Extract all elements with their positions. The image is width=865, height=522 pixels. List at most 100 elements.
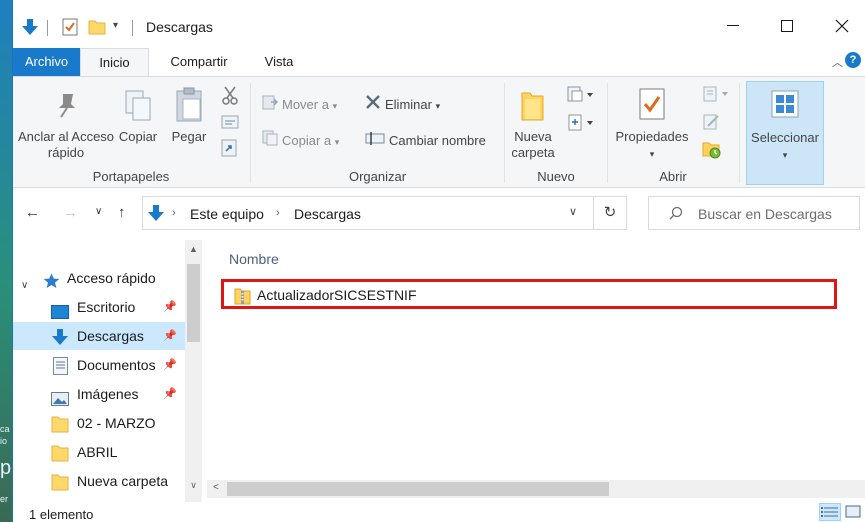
address-dropdown-icon[interactable]: ∨	[569, 205, 577, 218]
forward-arrow-icon[interactable]: →	[63, 204, 78, 221]
propiedades-label: Propiedades	[615, 129, 689, 144]
large-icons-view-icon[interactable]	[843, 503, 865, 521]
separator	[607, 83, 608, 183]
nav-item-imagenes[interactable]: Imágenes 📌	[13, 380, 185, 408]
propiedades-button[interactable]: Propiedades ▾	[611, 129, 693, 162]
paste-shortcut-icon[interactable]	[221, 139, 237, 160]
nav-item-descargas[interactable]: Descargas 📌	[13, 322, 185, 350]
separator	[47, 20, 48, 36]
mover-a-label: Mover a	[282, 97, 329, 112]
chevron-down-icon: ▾	[332, 101, 338, 111]
tab-compartir[interactable]: Compartir	[155, 48, 243, 76]
scrollbar-thumb[interactable]	[227, 482, 609, 496]
edit-icon[interactable]	[702, 113, 720, 134]
recent-locations-icon[interactable]: ∨	[95, 206, 102, 217]
copiar-button[interactable]: Copiar	[115, 129, 161, 145]
nav-item-02-marzo[interactable]: 02 - MARZO	[13, 409, 185, 437]
nav-item-label: Descargas	[77, 328, 144, 344]
folder-icon	[51, 472, 69, 500]
scrollbar-thumb[interactable]	[187, 264, 200, 342]
back-arrow-icon[interactable]: ←	[25, 204, 40, 221]
file-row[interactable]: ActualizadorSICSESTNIF	[221, 279, 837, 309]
history-icon[interactable]	[702, 139, 722, 162]
mover-a-button[interactable]: Mover a ▾	[262, 94, 337, 116]
nav-pane-scrollbar[interactable]: ▲ ∨	[185, 240, 202, 502]
anclar-acceso-rapido-button[interactable]: Anclar al Acceso rápido	[17, 129, 115, 161]
breadcrumb-este-equipo[interactable]: Este equipo	[190, 206, 264, 222]
collapse-ribbon-icon[interactable]: ︿	[832, 54, 843, 70]
tab-vista[interactable]: Vista	[249, 48, 309, 76]
search-placeholder: Buscar en Descargas	[698, 206, 832, 222]
download-location-icon	[147, 204, 165, 225]
nav-item-nueva-carpeta[interactable]: Nueva carpeta	[13, 467, 185, 495]
separator	[132, 20, 133, 36]
copiar-a-button[interactable]: Copiar a ▾	[262, 130, 339, 152]
nav-item-label: Documentos	[77, 357, 156, 373]
group-label-portapapeles: Portapapeles	[92, 169, 170, 184]
search-icon	[669, 206, 683, 223]
title-bar: ▾ Descargas	[13, 8, 865, 44]
file-list-scrollbar[interactable]: <	[207, 480, 865, 498]
nav-item-label: Acceso rápido	[67, 270, 156, 286]
status-bar: 1 elemento	[13, 502, 865, 522]
chevron-down-icon: ▾	[782, 150, 788, 160]
cambiar-nombre-button[interactable]: Cambiar nombre	[365, 130, 486, 152]
refresh-button[interactable]: ↻	[594, 196, 627, 230]
address-bar[interactable]: › Este equipo › Descargas ∨	[142, 196, 594, 230]
pegar-button[interactable]: Pegar	[165, 129, 213, 145]
close-button[interactable]	[819, 8, 865, 44]
delete-x-icon	[365, 94, 381, 117]
easy-access-icon[interactable]	[567, 113, 595, 136]
open-icon[interactable]	[702, 85, 734, 106]
scroll-down-icon[interactable]: ∨	[185, 480, 202, 491]
ribbon-tabs: Archivo Inicio Compartir Vista ︿ ?	[13, 48, 865, 77]
group-label-abrir: Abrir	[659, 169, 687, 184]
nav-item-abril[interactable]: ABRIL	[13, 438, 185, 466]
properties-icon	[638, 87, 666, 124]
chevron-down-icon: ▾	[334, 137, 340, 147]
seleccionar-label: Seleccionar	[751, 130, 819, 145]
eliminar-button[interactable]: Eliminar ▾	[365, 94, 440, 116]
nav-item-label: Nueva carpeta	[77, 473, 169, 489]
copy-path-icon[interactable]	[221, 115, 239, 132]
move-to-icon	[262, 94, 278, 117]
separator	[504, 83, 505, 183]
separator	[250, 83, 251, 183]
new-folder-quick-icon[interactable]	[88, 18, 106, 39]
chevron-down-icon: ▾	[649, 149, 655, 159]
paste-icon	[175, 87, 205, 126]
up-arrow-icon[interactable]: ↑	[118, 204, 126, 221]
tab-archivo[interactable]: Archivo	[13, 48, 80, 76]
cambiar-nombre-label: Cambiar nombre	[389, 133, 486, 148]
help-icon[interactable]: ?	[845, 52, 861, 68]
cut-icon[interactable]	[221, 85, 239, 108]
zip-folder-icon	[234, 287, 251, 308]
nav-item-label: ABRIL	[77, 444, 118, 460]
pin-icon: 📌	[163, 330, 177, 342]
explorer-window: ▾ Descargas Archivo Inicio Compartir Vis…	[12, 0, 865, 522]
seleccionar-button[interactable]: Seleccionar ▾	[746, 81, 824, 185]
customize-toolbar-icon[interactable]: ▾	[113, 20, 118, 31]
copy-icon	[123, 89, 153, 126]
maximize-button[interactable]	[764, 8, 810, 44]
nueva-carpeta-button[interactable]: Nueva carpeta	[507, 129, 559, 161]
breadcrumb-descargas[interactable]: Descargas	[294, 206, 361, 222]
details-view-icon[interactable]	[819, 503, 841, 521]
properties-quick-icon[interactable]	[62, 18, 78, 39]
nav-item-escritorio[interactable]: Escritorio 📌	[13, 293, 185, 321]
eliminar-label: Eliminar	[385, 97, 432, 112]
nav-item-documentos[interactable]: Documentos 📌	[13, 351, 185, 379]
minimize-button[interactable]	[710, 8, 756, 44]
nav-item-acceso-rapido[interactable]: ∨ Acceso rápido	[13, 264, 185, 292]
item-count: 1 elemento	[29, 507, 94, 522]
search-input[interactable]: Buscar en Descargas	[648, 196, 860, 230]
nav-item-label: Escritorio	[77, 299, 136, 315]
scroll-up-icon[interactable]: ▲	[185, 244, 202, 254]
rename-icon	[365, 130, 385, 153]
separator	[739, 83, 740, 183]
column-header-nombre[interactable]: Nombre	[229, 251, 279, 267]
scroll-left-icon[interactable]: <	[213, 482, 219, 493]
select-grid-icon	[771, 90, 799, 121]
tab-inicio[interactable]: Inicio	[80, 48, 149, 77]
new-item-icon[interactable]	[567, 85, 595, 108]
